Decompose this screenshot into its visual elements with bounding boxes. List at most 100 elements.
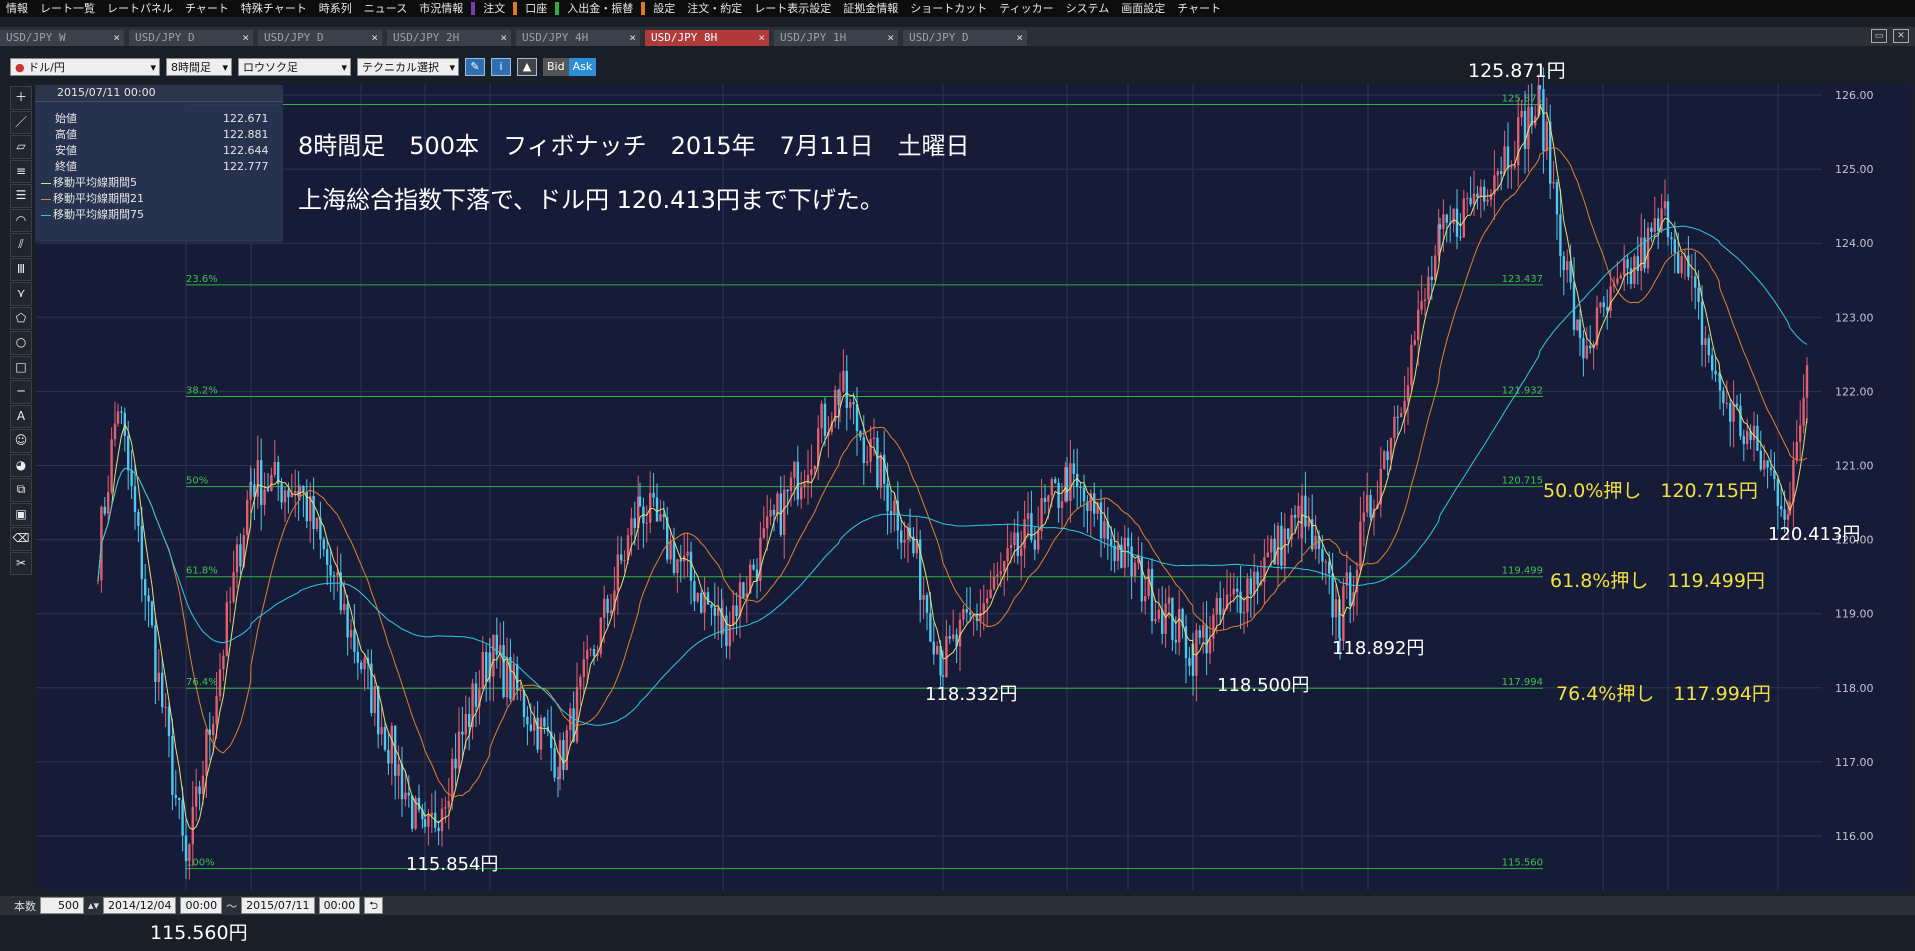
candle-body	[1273, 538, 1276, 565]
ruler-icon[interactable]: ▱	[10, 135, 32, 159]
candle-body	[793, 461, 796, 478]
candle-body	[437, 827, 440, 832]
crosshair-icon[interactable]: ＋	[10, 86, 32, 110]
menu-item[interactable]: 市況情報	[413, 0, 469, 17]
menu-item[interactable]: 入出金・振替	[561, 0, 639, 17]
candle-body	[827, 431, 830, 436]
close-icon[interactable]: ×	[242, 30, 249, 46]
ask-button[interactable]: Ask	[568, 58, 597, 76]
candle-body	[800, 487, 803, 500]
reload-icon[interactable]: ⮌	[364, 897, 384, 914]
from-time-input[interactable]: 00:00	[180, 897, 223, 914]
eraser-icon[interactable]: ⌫	[10, 527, 32, 551]
candle-body	[1130, 546, 1133, 577]
menu-item[interactable]: チャート	[1171, 0, 1227, 17]
menu-item[interactable]: 設定	[647, 0, 681, 17]
menu-item[interactable]: レート表示設定	[748, 0, 837, 17]
channel-icon[interactable]: ⫽	[10, 233, 32, 257]
candle-body	[655, 497, 659, 522]
chart-tab[interactable]: USD/JPY 4H ×	[516, 30, 640, 46]
menu-item[interactable]: 注文	[477, 0, 511, 17]
menu-item[interactable]: 時系列	[313, 0, 358, 17]
candle-body	[1749, 431, 1752, 441]
timeframe-select[interactable]: 8時間足 ▾	[166, 58, 232, 76]
vertical-lines-icon[interactable]: Ⅲ	[10, 257, 32, 281]
style-icon[interactable]: ◕	[10, 453, 32, 477]
chart-tab[interactable]: USD/JPY 1H ×	[774, 30, 898, 46]
close-icon[interactable]: ×	[500, 30, 507, 46]
candle-body	[1677, 252, 1680, 274]
menu-item[interactable]: 口座	[519, 0, 553, 17]
candle-body	[569, 708, 572, 731]
restore-icon[interactable]: ▭	[1871, 29, 1887, 43]
horizontal-lines-icon[interactable]: ≡	[10, 159, 32, 183]
candle-body	[710, 604, 713, 608]
close-icon[interactable]: ×	[113, 30, 120, 46]
info-icon[interactable]: i	[491, 58, 511, 76]
rectangle-icon[interactable]: □	[10, 355, 32, 379]
pencil-icon[interactable]: ✎	[465, 58, 485, 76]
from-date-input[interactable]: 2014/12/04	[103, 897, 177, 914]
circle-icon[interactable]: ○	[10, 331, 32, 355]
close-icon[interactable]: ×	[371, 30, 378, 46]
menu-item[interactable]: システム	[1060, 0, 1116, 17]
close-icon[interactable]: ×	[1016, 30, 1023, 46]
menu-item[interactable]: レート一覧	[34, 0, 101, 17]
ma5-legend: 移動平均線期間5	[35, 175, 283, 191]
symbol-select[interactable]: ● ドル/円 ▾	[10, 58, 160, 76]
pentagon-icon[interactable]: ⬠	[10, 306, 32, 330]
menu-item[interactable]: ショートカット	[904, 0, 993, 17]
close-icon[interactable]: ×	[887, 30, 894, 46]
menu-item[interactable]: チャート	[179, 0, 235, 17]
annotation-bottom-low: 115.560円	[150, 922, 248, 944]
menu-item[interactable]: 注文・約定	[681, 0, 748, 17]
menu-item[interactable]: 特殊チャート	[235, 0, 313, 17]
pitchfork-icon[interactable]: ⋎	[10, 282, 32, 306]
tab-label: USD/JPY 8H	[651, 31, 718, 44]
text-icon[interactable]: A	[10, 404, 32, 428]
chart-tab[interactable]: USD/JPY 8H ×	[645, 30, 769, 46]
candle-body	[1776, 479, 1779, 507]
bars-input[interactable]: 500	[40, 897, 84, 914]
chart-tab[interactable]: USD/JPY 2H ×	[387, 30, 511, 46]
chart-tab[interactable]: USD/JPY D ×	[903, 30, 1027, 46]
candle-body	[842, 370, 845, 392]
fibonacci-icon[interactable]: ☰	[10, 184, 32, 208]
candle-body	[1133, 562, 1137, 577]
line-icon[interactable]: ／	[10, 110, 32, 134]
menu-item[interactable]: 情報	[0, 0, 34, 17]
candle-body	[1389, 437, 1393, 461]
stepper-icon[interactable]: ▴▾	[88, 899, 99, 912]
hline-icon[interactable]: ─	[10, 380, 32, 404]
candle-body	[1559, 214, 1562, 257]
chart-tab[interactable]: USD/JPY D ×	[129, 30, 253, 46]
menu-item[interactable]: レートパネル	[101, 0, 179, 17]
chart-tab[interactable]: USD/JPY D ×	[258, 30, 382, 46]
bid-button[interactable]: Bid	[543, 58, 569, 76]
candle-body	[390, 725, 393, 764]
menu-item[interactable]: 画面設定	[1115, 0, 1171, 17]
close-icon[interactable]: ×	[758, 30, 765, 46]
candle-body	[1795, 441, 1798, 460]
candle-body	[312, 495, 315, 529]
to-time-input[interactable]: 00:00	[318, 897, 361, 914]
icon-stamp-icon[interactable]: ☺	[10, 429, 32, 453]
candle-body	[440, 808, 444, 832]
technical-select[interactable]: テクニカル選択 ▾	[357, 58, 459, 76]
close-icon[interactable]: ✕	[1893, 29, 1909, 43]
candle-body	[400, 764, 404, 800]
mountain-icon[interactable]: ▲	[517, 58, 537, 76]
candle-body	[662, 514, 665, 517]
erase-all-icon[interactable]: ✂	[10, 551, 32, 575]
paste-icon[interactable]: ▣	[10, 502, 32, 526]
menu-item[interactable]: ティッカー	[993, 0, 1059, 17]
close-icon[interactable]: ×	[629, 30, 636, 46]
chart-tab[interactable]: USD/JPY W ×	[0, 30, 124, 46]
copy-icon[interactable]: ⧉	[10, 478, 32, 502]
chart-style-select[interactable]: ロウソク足 ▾	[238, 58, 351, 76]
to-date-input[interactable]: 2015/07/11	[241, 897, 315, 914]
candle-body	[451, 758, 454, 801]
menu-item[interactable]: ニュース	[358, 0, 413, 17]
fan-icon[interactable]: ◠	[10, 208, 32, 232]
menu-item[interactable]: 証拠金情報	[837, 0, 904, 17]
